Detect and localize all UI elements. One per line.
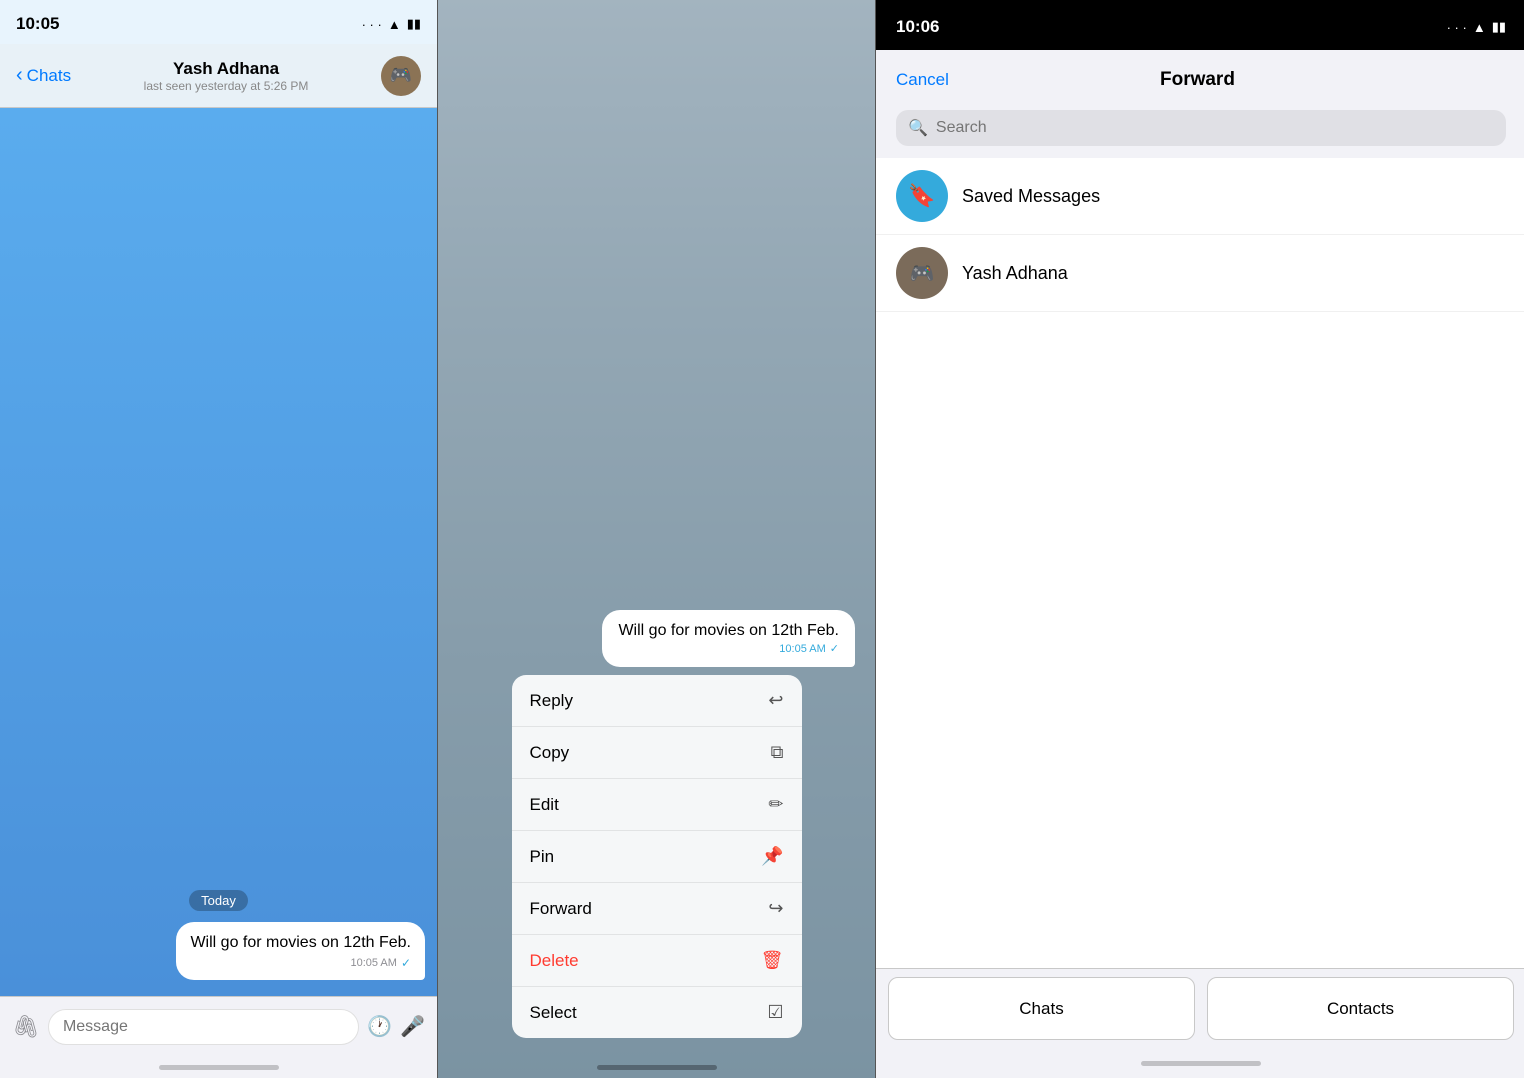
search-bar: 🔍 bbox=[876, 110, 1524, 158]
status-icons: · · · ▲ ▮▮ bbox=[1447, 19, 1506, 35]
saved-messages-name: Saved Messages bbox=[962, 186, 1100, 207]
menu-item-copy[interactable]: Copy ⧉ bbox=[512, 727, 802, 779]
preview-bubble: Will go for movies on 12th Feb. 10:05 AM… bbox=[602, 610, 855, 667]
menu-item-edit[interactable]: Edit ✏ bbox=[512, 779, 802, 831]
tab-contacts[interactable]: Contacts bbox=[1207, 977, 1514, 1040]
preview-meta: 10:05 AM ✓ bbox=[618, 642, 839, 655]
signal-icon: · · · bbox=[362, 17, 382, 32]
search-icon: 🔍 bbox=[908, 118, 928, 138]
edit-label: Edit bbox=[530, 795, 559, 815]
chat-panel: 10:05 · · · ▲ ▮▮ ‹ Chats Yash Adhana las… bbox=[0, 0, 437, 1078]
user-avatar: 🎮 bbox=[896, 247, 948, 299]
message-text: Will go for movies on 12th Feb. bbox=[190, 932, 411, 954]
battery-icon: ▮▮ bbox=[1492, 19, 1506, 35]
forward-nav-bar: Cancel Forward bbox=[876, 50, 1524, 110]
home-bar bbox=[159, 1065, 279, 1070]
select-icon: ☑ bbox=[767, 1002, 783, 1023]
forward-icon: ↪ bbox=[768, 898, 783, 919]
reply-icon: ↩ bbox=[768, 690, 783, 711]
menu-item-pin[interactable]: Pin 📌 bbox=[512, 831, 802, 883]
status-bar: 10:06 · · · ▲ ▮▮ bbox=[876, 0, 1524, 50]
message-time: 10:05 AM bbox=[350, 957, 396, 969]
status-time: 10:05 bbox=[16, 14, 59, 34]
forward-title: Forward bbox=[1160, 69, 1235, 91]
date-separator: Today bbox=[12, 892, 425, 910]
home-bar bbox=[597, 1065, 717, 1070]
emoji-button[interactable]: 🕐 bbox=[367, 1014, 392, 1039]
status-bar: 10:05 · · · ▲ ▮▮ bbox=[0, 0, 437, 44]
cancel-button[interactable]: Cancel bbox=[896, 70, 949, 90]
back-label: Chats bbox=[27, 66, 71, 86]
preview-time: 10:05 AM bbox=[779, 643, 825, 655]
forward-panel: 10:06 · · · ▲ ▮▮ Cancel Forward 🔍 🔖 Save… bbox=[876, 0, 1524, 1078]
message-bubble[interactable]: Will go for movies on 12th Feb. 10:05 AM… bbox=[176, 922, 425, 980]
copy-icon: ⧉ bbox=[771, 742, 784, 763]
message-meta: 10:05 AM ✓ bbox=[190, 956, 411, 970]
attach-button[interactable]: 🖇 bbox=[12, 1014, 40, 1040]
menu-item-reply[interactable]: Reply ↩ bbox=[512, 675, 802, 727]
chevron-left-icon: ‹ bbox=[16, 64, 23, 87]
context-menu: Reply ↩ Copy ⧉ Edit ✏ Pin 📌 Forward ↪ De… bbox=[512, 675, 802, 1038]
status-time: 10:06 bbox=[896, 17, 939, 37]
preview-check: ✓ bbox=[830, 642, 839, 655]
message-check: ✓ bbox=[401, 956, 411, 970]
user-name: Yash Adhana bbox=[962, 263, 1068, 284]
contact-status: last seen yesterday at 5:26 PM bbox=[71, 79, 381, 93]
status-icons: · · · ▲ ▮▮ bbox=[362, 16, 421, 32]
contact-info: Yash Adhana last seen yesterday at 5:26 … bbox=[71, 59, 381, 93]
mic-button[interactable]: 🎤 bbox=[400, 1014, 425, 1039]
home-indicator bbox=[876, 1048, 1524, 1078]
home-bar bbox=[1141, 1061, 1261, 1066]
delete-label: Delete bbox=[530, 951, 579, 971]
delete-icon: 🗑 bbox=[761, 950, 784, 971]
menu-item-forward[interactable]: Forward ↪ bbox=[512, 883, 802, 935]
contact-item-saved[interactable]: 🔖 Saved Messages bbox=[876, 158, 1524, 235]
input-bar: 🖇 🕐 🎤 bbox=[0, 996, 437, 1056]
back-button[interactable]: ‹ Chats bbox=[16, 64, 71, 87]
context-panel: Will go for movies on 12th Feb. 10:05 AM… bbox=[438, 0, 875, 1078]
reply-label: Reply bbox=[530, 691, 573, 711]
avatar[interactable]: 🎮 bbox=[381, 56, 421, 96]
signal-icon: · · · bbox=[1447, 20, 1467, 35]
pin-icon: 📌 bbox=[761, 846, 783, 867]
contact-item-yash[interactable]: 🎮 Yash Adhana bbox=[876, 235, 1524, 312]
menu-item-select[interactable]: Select ☑ bbox=[512, 987, 802, 1038]
preview-text: Will go for movies on 12th Feb. bbox=[618, 622, 839, 640]
nav-bar: ‹ Chats Yash Adhana last seen yesterday … bbox=[0, 44, 437, 108]
copy-label: Copy bbox=[530, 743, 570, 763]
bottom-tabs: Chats Contacts bbox=[876, 968, 1524, 1048]
home-indicator bbox=[597, 1056, 717, 1078]
tab-chats[interactable]: Chats bbox=[888, 977, 1195, 1040]
home-indicator bbox=[0, 1056, 437, 1078]
select-label: Select bbox=[530, 1003, 577, 1023]
search-input[interactable] bbox=[936, 119, 1494, 137]
battery-icon: ▮▮ bbox=[407, 16, 421, 32]
contact-name: Yash Adhana bbox=[71, 59, 381, 79]
contact-list: 🔖 Saved Messages 🎮 Yash Adhana bbox=[876, 158, 1524, 968]
pin-label: Pin bbox=[530, 847, 555, 867]
wifi-icon: ▲ bbox=[388, 17, 401, 32]
search-input-wrap: 🔍 bbox=[896, 110, 1506, 146]
menu-item-delete[interactable]: Delete 🗑 bbox=[512, 935, 802, 987]
wifi-icon: ▲ bbox=[1473, 20, 1486, 35]
context-content: Will go for movies on 12th Feb. 10:05 AM… bbox=[438, 610, 875, 1056]
forward-label: Forward bbox=[530, 899, 592, 919]
chat-area: Today Will go for movies on 12th Feb. 10… bbox=[0, 108, 437, 996]
saved-messages-avatar: 🔖 bbox=[896, 170, 948, 222]
message-input[interactable] bbox=[48, 1009, 359, 1045]
edit-icon: ✏ bbox=[768, 794, 783, 815]
